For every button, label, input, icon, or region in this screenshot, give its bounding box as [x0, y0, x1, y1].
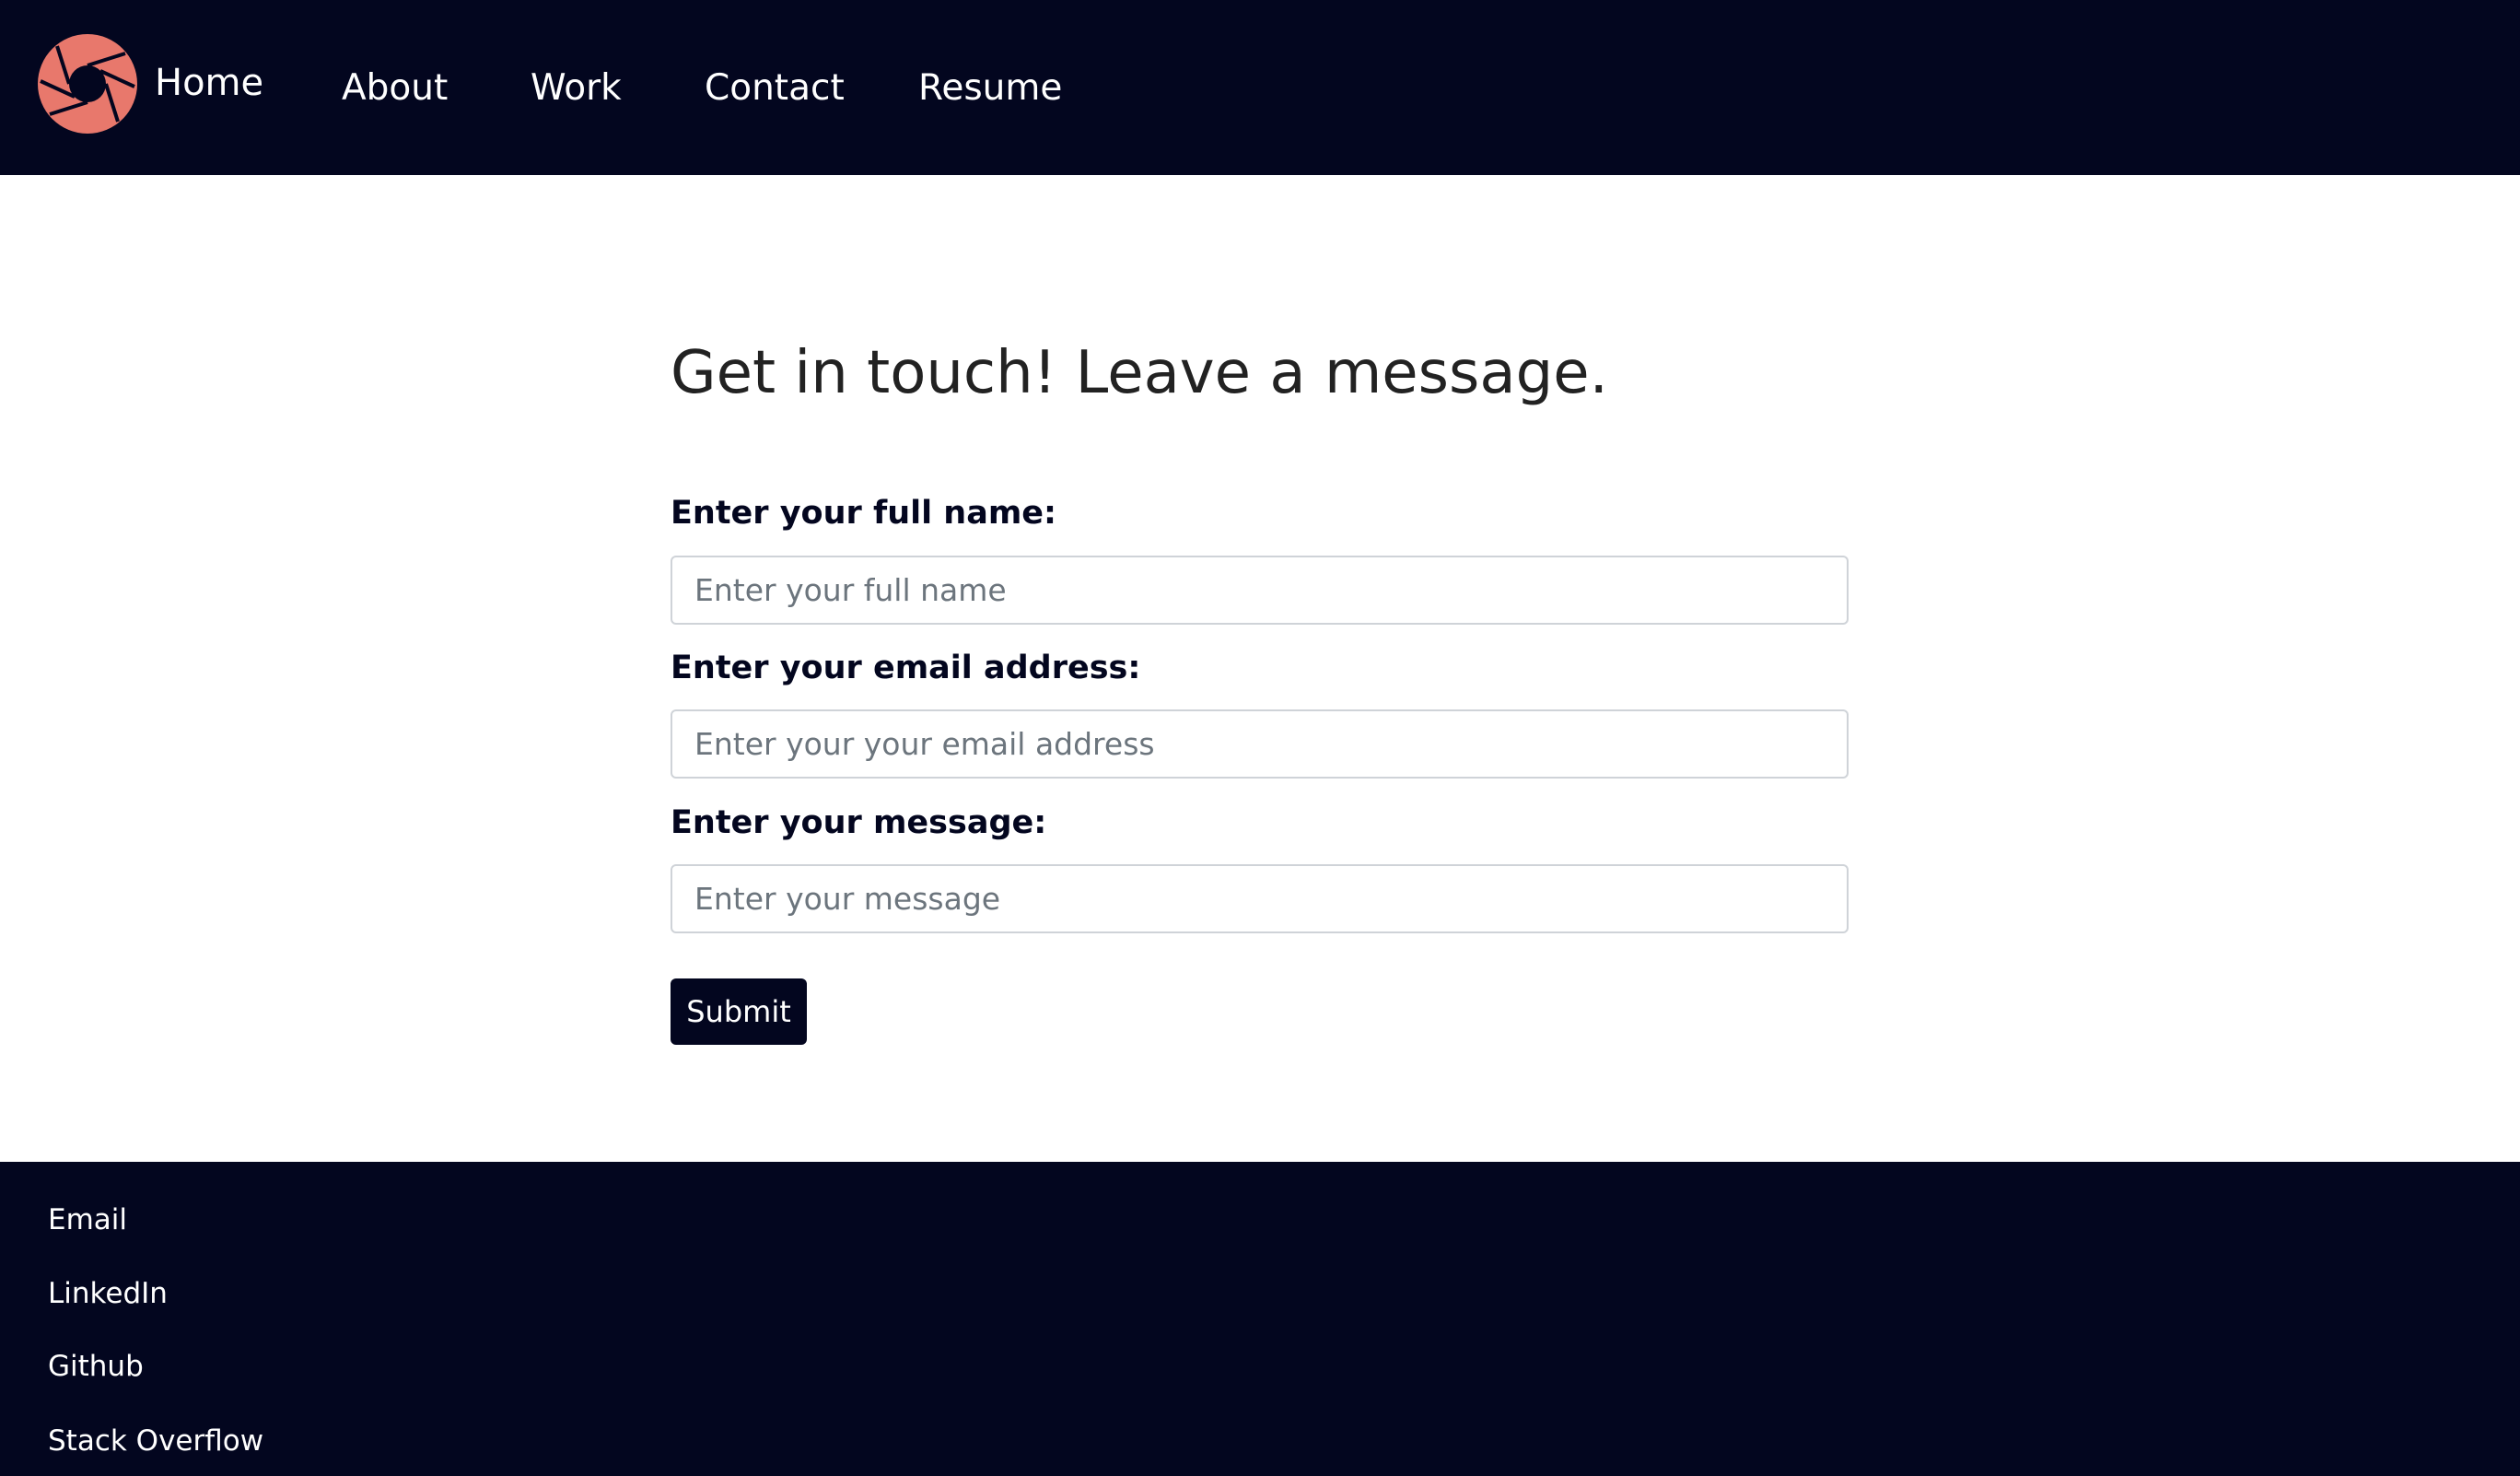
email-input[interactable] — [671, 709, 1849, 779]
page-title: Get in touch! Leave a message. — [671, 339, 1608, 407]
camera-aperture-icon[interactable] — [37, 33, 138, 135]
footer-github-link[interactable]: Github — [48, 1346, 144, 1387]
message-label: Enter your message: — [671, 804, 1047, 841]
submit-button[interactable]: Submit — [671, 978, 807, 1045]
email-label: Enter your email address: — [671, 650, 1141, 686]
nav-about-link[interactable]: About — [342, 61, 448, 116]
full-name-label: Enter your full name: — [671, 495, 1057, 532]
footer-stackoverflow-link[interactable]: Stack Overflow — [48, 1421, 263, 1461]
message-input[interactable] — [671, 864, 1849, 933]
footer — [0, 1162, 2520, 1476]
footer-email-link[interactable]: Email — [48, 1200, 127, 1240]
nav-home-link[interactable]: Home — [155, 55, 263, 111]
nav-contact-link[interactable]: Contact — [705, 61, 845, 116]
nav-resume-link[interactable]: Resume — [918, 61, 1062, 116]
top-navbar: Home About Work Contact Resume — [0, 0, 2520, 175]
full-name-input[interactable] — [671, 556, 1849, 625]
nav-work-link[interactable]: Work — [531, 61, 622, 116]
footer-linkedin-link[interactable]: LinkedIn — [48, 1273, 168, 1314]
